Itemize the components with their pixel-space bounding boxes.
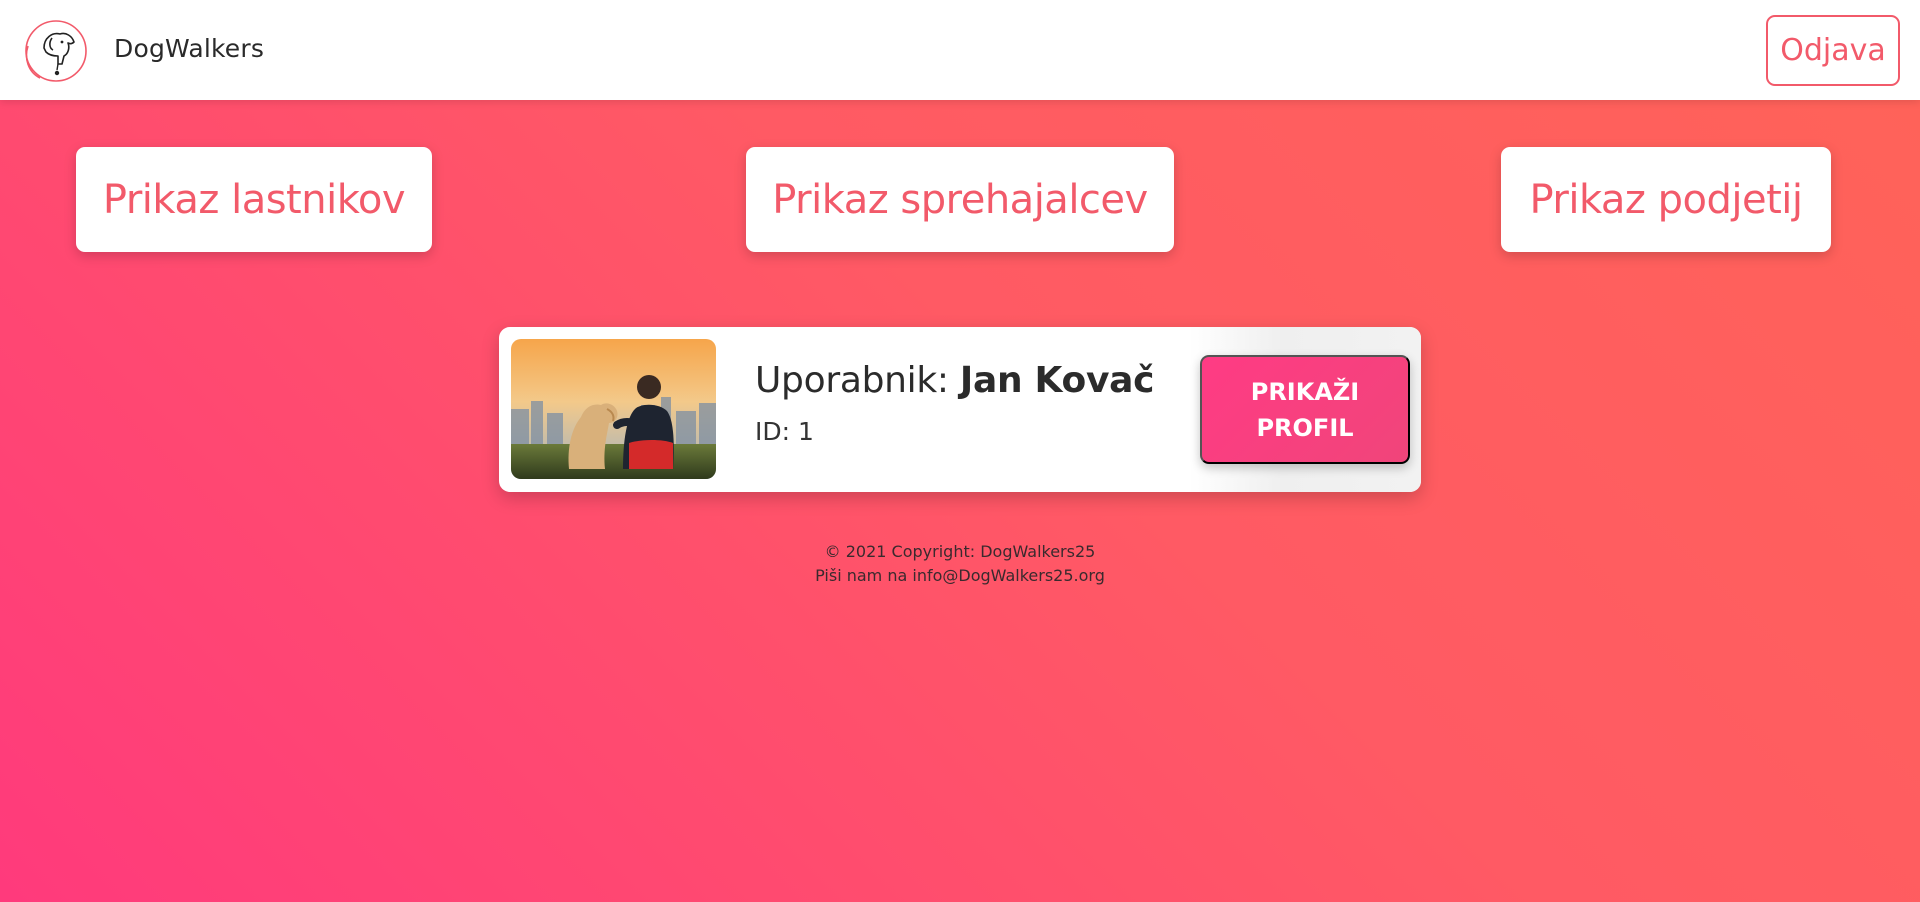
footer-copyright: © 2021 Copyright: DogWalkers25 [824, 542, 1096, 561]
footer-contact: Piši nam na info@DogWalkers25.org [0, 564, 1920, 588]
user-name-value: Jan Kovač [959, 360, 1155, 401]
user-name-label: Uporabnik: [755, 360, 949, 401]
show-companies-button[interactable]: Prikaz podjetij [1501, 147, 1831, 252]
logout-button[interactable]: Odjava [1766, 15, 1900, 86]
footer-contact-prefix: Piši nam na [815, 566, 908, 585]
user-id: ID: 1 [755, 417, 814, 446]
brand-name[interactable]: DogWalkers [114, 34, 264, 63]
user-photo [511, 339, 716, 479]
dog-logo-icon[interactable] [22, 18, 90, 84]
navbar: DogWalkers Odjava [0, 0, 1920, 100]
show-owners-button[interactable]: Prikaz lastnikov [76, 147, 432, 252]
show-profile-button[interactable]: PRIKAŽI PROFIL [1200, 355, 1410, 464]
show-walkers-button[interactable]: Prikaz sprehajalcev [746, 147, 1174, 252]
footer: © 2021 Copyright: DogWalkers25 Piši nam … [0, 540, 1920, 588]
user-card: Uporabnik: Jan Kovač ID: 1 PRIKAŽI PROFI… [499, 327, 1421, 492]
user-name: Uporabnik: Jan Kovač [755, 360, 1154, 401]
footer-email-link[interactable]: info@DogWalkers25.org [912, 566, 1104, 585]
